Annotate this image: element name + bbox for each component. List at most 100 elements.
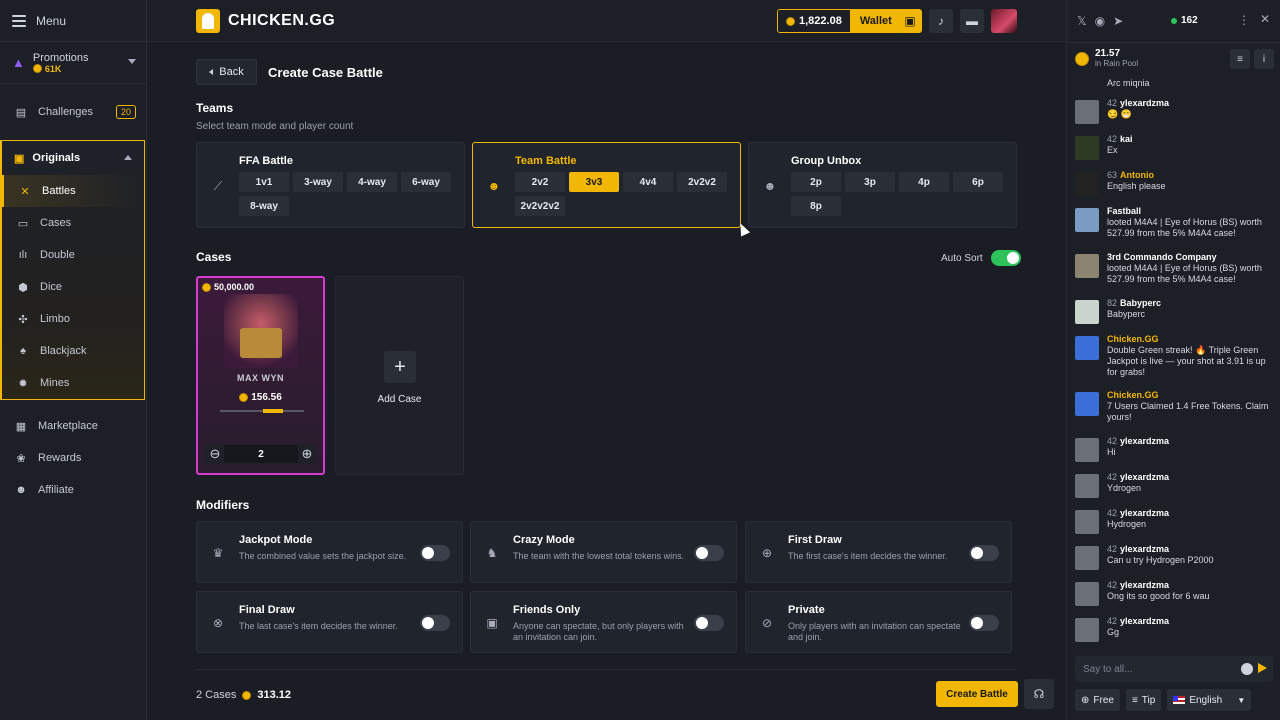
- avatar[interactable]: [1075, 510, 1099, 534]
- language-select[interactable]: English ▼: [1167, 689, 1252, 711]
- sidebar-item-challenges[interactable]: ▤ Challenges 20: [0, 96, 146, 128]
- case-top-price: 50,000.00: [202, 282, 254, 292]
- username[interactable]: 3rd Commando Company: [1107, 252, 1217, 262]
- mode-option-2v2[interactable]: 2v2: [515, 172, 565, 192]
- mode-option-3p[interactable]: 3p: [845, 172, 895, 192]
- menu-button[interactable]: Menu: [0, 0, 146, 42]
- first-draw-toggle[interactable]: [969, 545, 999, 561]
- avatar[interactable]: [1075, 392, 1099, 416]
- username[interactable]: ylexardzma: [1120, 544, 1169, 554]
- mode-option-8-way[interactable]: 8-way: [239, 196, 289, 216]
- mode-option-2v2v2v2[interactable]: 2v2v2v2: [515, 196, 565, 216]
- mode-option-3-way[interactable]: 3-way: [293, 172, 343, 192]
- sidebar-item-cases[interactable]: ▭ Cases: [2, 207, 144, 239]
- sidebar-item-dice[interactable]: ⬢ Dice: [2, 271, 144, 303]
- avatar[interactable]: [1075, 300, 1099, 324]
- sidebar-item-rewards[interactable]: ❀ Rewards: [0, 442, 146, 474]
- rain-stack-button[interactable]: ≡: [1230, 49, 1250, 69]
- avatar[interactable]: [1075, 254, 1099, 278]
- username[interactable]: ylexardzma: [1120, 616, 1169, 626]
- final-draw-toggle[interactable]: [420, 615, 450, 631]
- avatar[interactable]: [1075, 136, 1099, 160]
- username[interactable]: ylexardzma: [1120, 508, 1169, 518]
- promotions-dropdown[interactable]: ▲ Promotions 61K: [0, 42, 146, 84]
- page-title: Create Case Battle: [268, 65, 383, 80]
- avatar[interactable]: [1075, 100, 1099, 124]
- user-avatar[interactable]: [991, 9, 1017, 33]
- username[interactable]: Chicken.GG: [1107, 390, 1159, 400]
- add-case-button[interactable]: + Add Case: [335, 276, 464, 475]
- x-icon[interactable]: 𝕏: [1077, 14, 1087, 28]
- group-icon: ☻: [763, 179, 777, 193]
- username[interactable]: Babyperc: [1120, 298, 1161, 308]
- username[interactable]: ylexardzma: [1120, 472, 1169, 482]
- telegram-icon[interactable]: ➤: [1113, 14, 1123, 28]
- mode-option-6-way[interactable]: 6-way: [401, 172, 451, 192]
- auto-sort-toggle[interactable]: [990, 250, 1021, 266]
- sidebar-item-limbo[interactable]: ✣ Limbo: [2, 303, 144, 335]
- username[interactable]: ylexardzma: [1120, 436, 1169, 446]
- sidebar-item-affiliate[interactable]: ☻ Affiliate: [0, 474, 146, 506]
- emoji-icon[interactable]: [1241, 663, 1253, 675]
- avatar[interactable]: [1075, 208, 1099, 232]
- discord-icon[interactable]: ◉: [1095, 14, 1105, 28]
- modifier-private: ⊘ Private Only players with an invitatio…: [745, 591, 1012, 653]
- avatar[interactable]: [1075, 582, 1099, 606]
- mode-option-4p[interactable]: 4p: [899, 172, 949, 192]
- originals-toggle[interactable]: ▣ Originals: [2, 141, 144, 175]
- avatar[interactable]: [1075, 336, 1099, 360]
- private-toggle[interactable]: [969, 615, 999, 631]
- sidebar-item-marketplace[interactable]: ▦ Marketplace: [0, 410, 146, 442]
- more-options-icon[interactable]: ⋮: [1238, 13, 1250, 27]
- mode-option-3v3[interactable]: 3v3: [569, 172, 619, 192]
- decrease-button[interactable]: ⊖: [206, 445, 224, 463]
- username[interactable]: Fastball: [1107, 206, 1141, 216]
- username[interactable]: ylexardzma: [1120, 98, 1169, 108]
- crazy-mode-toggle[interactable]: [694, 545, 724, 561]
- wallet-button[interactable]: Wallet: [849, 10, 902, 32]
- friends-only-toggle[interactable]: [694, 615, 724, 631]
- mode-option-4-way[interactable]: 4-way: [347, 172, 397, 192]
- user-level: 42: [1107, 508, 1118, 518]
- free-button[interactable]: ⊕ Free: [1075, 689, 1120, 711]
- messages-button[interactable]: ▬: [960, 9, 984, 33]
- rain-info-button[interactable]: i: [1254, 49, 1274, 69]
- username[interactable]: Chicken.GG: [1107, 334, 1159, 344]
- promotions-icon: ▲: [12, 55, 25, 70]
- jackpot-mode-toggle[interactable]: [420, 545, 450, 561]
- stack-icon: ≡: [1237, 53, 1243, 65]
- mode-option-1v1[interactable]: 1v1: [239, 172, 289, 192]
- mode-option-6p[interactable]: 6p: [953, 172, 1003, 192]
- support-button[interactable]: ☊: [1024, 679, 1054, 709]
- avatar[interactable]: [1075, 438, 1099, 462]
- mode-option-4v4[interactable]: 4v4: [623, 172, 673, 192]
- sidebar-item-label: Marketplace: [38, 420, 98, 432]
- avatar[interactable]: [1075, 618, 1099, 642]
- chat-input[interactable]: Say to all...: [1075, 656, 1273, 682]
- send-icon[interactable]: [1258, 663, 1267, 673]
- username[interactable]: kai: [1120, 134, 1133, 144]
- tip-button[interactable]: ≡ Tip: [1125, 689, 1162, 711]
- sidebar-item-mines[interactable]: ✹ Mines: [2, 367, 144, 399]
- mode-option-2p[interactable]: 2p: [791, 172, 841, 192]
- avatar[interactable]: [1075, 546, 1099, 570]
- sidebar-item-battles[interactable]: ✕ Battles: [2, 175, 144, 207]
- sidebar-item-double[interactable]: ılı Double: [2, 239, 144, 271]
- create-battle-button[interactable]: Create Battle: [936, 681, 1018, 707]
- mode-option-2v2v2[interactable]: 2v2v2: [677, 172, 727, 192]
- gift-button[interactable]: ▣: [898, 9, 922, 33]
- case-card[interactable]: 50,000.00 MAX WYN 156.56 ⊖ 2 ⊕: [196, 276, 325, 475]
- notifications-button[interactable]: ♪: [929, 9, 953, 33]
- username[interactable]: Antonio: [1120, 170, 1154, 180]
- avatar[interactable]: [1075, 474, 1099, 498]
- mode-option-8p[interactable]: 8p: [791, 196, 841, 216]
- username[interactable]: ylexardzma: [1120, 580, 1169, 590]
- close-icon[interactable]: ✕: [1260, 12, 1270, 26]
- increase-button[interactable]: ⊕: [298, 445, 316, 463]
- quantity-value[interactable]: 2: [224, 445, 298, 463]
- avatar[interactable]: [1075, 172, 1099, 196]
- sidebar-item-blackjack[interactable]: ♠ Blackjack: [2, 335, 144, 367]
- limbo-icon: ✣: [18, 313, 28, 326]
- back-button[interactable]: Back: [196, 59, 257, 85]
- brand-logo[interactable]: CHICKEN.GG: [196, 9, 335, 33]
